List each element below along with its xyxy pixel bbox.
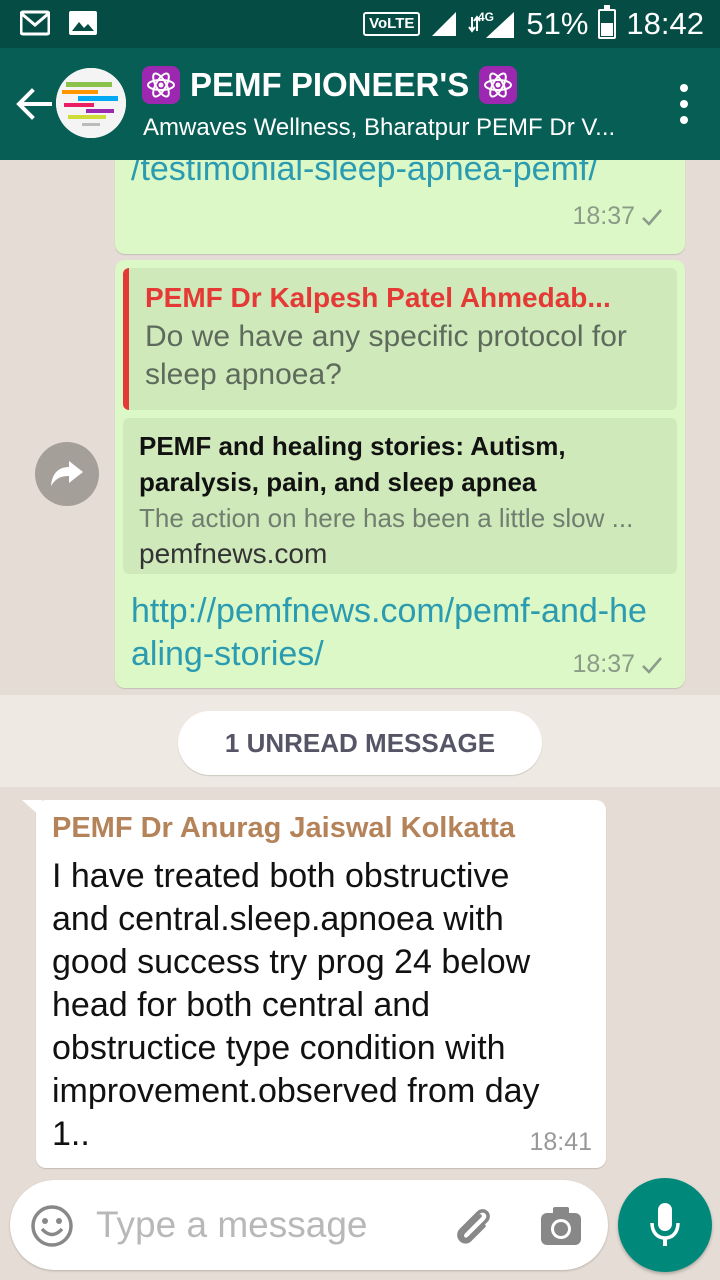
group-avatar-image bbox=[56, 68, 126, 138]
group-participants[interactable]: Amwaves Wellness, Bharatpur PEMF Dr V... bbox=[143, 114, 643, 142]
network-label: 4G bbox=[478, 10, 494, 24]
quoted-message[interactable]: PEMF Dr Kalpesh Patel Ahmedab... Do we h… bbox=[123, 268, 677, 410]
quoted-author: PEMF Dr Kalpesh Patel Ahmedab... bbox=[145, 282, 611, 313]
message-link[interactable]: /testimonial-sleep-apnea-pemf/ bbox=[131, 160, 598, 191]
notification-icons bbox=[20, 10, 98, 36]
preview-title: PEMF and healing stories: Autism, paraly… bbox=[139, 431, 566, 497]
atom-emoji-icon bbox=[142, 66, 180, 104]
forward-arrow-icon bbox=[51, 461, 83, 486]
outgoing-message-reply[interactable]: PEMF Dr Kalpesh Patel Ahmedab... Do we h… bbox=[115, 260, 685, 688]
data-icon: 4G bbox=[468, 10, 515, 38]
group-title-text: PEMF PIONEER'S bbox=[190, 66, 470, 103]
clock: 18:42 bbox=[626, 6, 704, 41]
bubble-tail bbox=[22, 800, 42, 818]
link-preview-card[interactable]: PEMF and healing stories: Autism, paraly… bbox=[123, 418, 677, 574]
signal-icon bbox=[432, 12, 457, 36]
message-time: 18:37 bbox=[572, 202, 663, 231]
group-avatar[interactable] bbox=[56, 68, 126, 138]
gallery-icon bbox=[69, 11, 97, 35]
battery-icon bbox=[598, 5, 617, 39]
status-bar: VoLTE 4G 51% 18:42 bbox=[0, 0, 720, 48]
incoming-message[interactable]: PEMF Dr Anurag Jaiswal Kolkatta I have t… bbox=[22, 800, 606, 1168]
message-input[interactable] bbox=[96, 1200, 436, 1250]
message-text: I have treated both obstructive and cent… bbox=[52, 857, 540, 1153]
emoji-icon[interactable] bbox=[30, 1204, 74, 1248]
chat-area[interactable]: /testimonial-sleep-apnea-pemf/ 18:37 PEM… bbox=[0, 160, 720, 1180]
camera-icon[interactable] bbox=[538, 1204, 584, 1248]
quoted-text: Do we have any specific protocol for sle… bbox=[145, 320, 627, 391]
preview-description: The action on here has been a little slo… bbox=[139, 503, 634, 533]
sender-name[interactable]: PEMF Dr Anurag Jaiswal Kolkatta bbox=[52, 812, 590, 845]
sent-check-icon bbox=[642, 208, 662, 226]
compose-bar bbox=[10, 1180, 608, 1270]
group-title[interactable]: PEMF PIONEER'S bbox=[142, 66, 518, 104]
outgoing-message[interactable]: /testimonial-sleep-apnea-pemf/ 18:37 bbox=[115, 160, 685, 254]
gmail-icon bbox=[20, 10, 50, 36]
message-timestamp: 18:37 bbox=[572, 202, 635, 230]
message-timestamp: 18:41 bbox=[529, 1128, 592, 1156]
battery-fill bbox=[601, 22, 614, 36]
voice-record-button[interactable] bbox=[618, 1178, 712, 1272]
chat-header: PEMF PIONEER'S Amwaves Wellness, Bharatp… bbox=[0, 48, 720, 160]
atom-emoji-icon bbox=[479, 66, 518, 104]
attach-paperclip-icon[interactable] bbox=[450, 1204, 496, 1250]
message-timestamp: 18:37 bbox=[572, 650, 635, 678]
microphone-icon bbox=[650, 1203, 680, 1246]
battery-percent: 51% bbox=[526, 6, 589, 41]
unread-message-label: 1 UNREAD MESSAGE bbox=[178, 711, 542, 775]
forward-button[interactable] bbox=[35, 442, 99, 506]
back-arrow-icon[interactable] bbox=[14, 84, 54, 124]
preview-domain: pemfnews.com bbox=[139, 538, 328, 569]
system-indicators: VoLTE 4G 51% 18:42 bbox=[363, 5, 704, 42]
volte-badge: VoLTE bbox=[363, 12, 421, 36]
more-options-icon[interactable] bbox=[678, 84, 690, 124]
sent-check-icon bbox=[642, 656, 662, 674]
message-time: 18:37 bbox=[572, 650, 663, 679]
message-time: 18:41 bbox=[529, 1128, 592, 1157]
